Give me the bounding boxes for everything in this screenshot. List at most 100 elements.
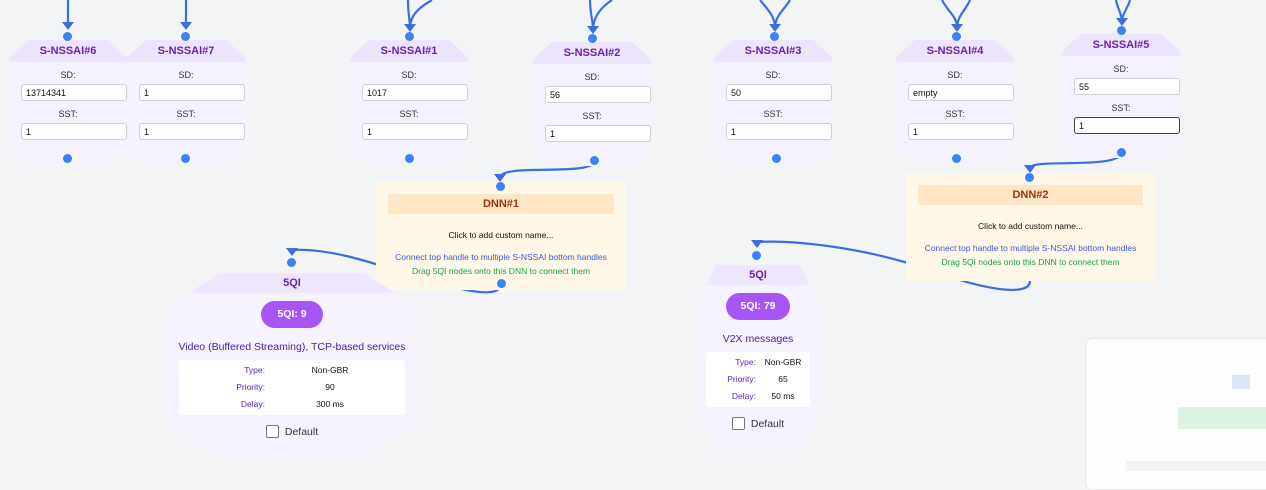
qi9-top-handle[interactable] (287, 258, 296, 267)
dnn-node-2[interactable]: DNN#2 Click to add custom name... Connec… (906, 173, 1155, 281)
sd-label: SD: (178, 70, 194, 80)
sd-input[interactable] (362, 84, 468, 101)
edge-in-nssai4-a (941, 0, 959, 29)
sd-input[interactable] (908, 84, 1014, 101)
priority-value: 90 (325, 382, 335, 392)
snssai-node-4[interactable]: S-NSSAI#4 SD: SST: (896, 40, 1014, 164)
default-checkbox[interactable] (265, 425, 279, 438)
sst-input[interactable] (139, 123, 245, 140)
node-title: S-NSSAI#5 (1062, 34, 1180, 56)
sd-input[interactable] (1074, 78, 1180, 95)
snssai7-bottom-handle[interactable] (181, 154, 190, 163)
snssai-node-7[interactable]: S-NSSAI#7 SD: SST: (127, 40, 245, 164)
dnn2-top-handle[interactable] (1025, 173, 1034, 182)
delay-value: 50 ms (771, 391, 795, 401)
edge-in-nssai4-b (955, 0, 972, 29)
node-title: S-NSSAI#1 (350, 40, 468, 62)
qi79-top-handle[interactable] (752, 251, 761, 260)
dnn-node-1[interactable]: DNN#1 Click to add custom name... Connec… (376, 182, 626, 290)
sd-label: SD: (584, 72, 600, 82)
node-title: S-NSSAI#3 (714, 40, 832, 62)
drag-hint: Drag 5QI nodes onto this DNN to connect … (411, 266, 591, 276)
arrowhead (404, 24, 416, 32)
qi-badge: 5QI: 9 (261, 301, 323, 328)
sst-input[interactable] (21, 123, 127, 140)
qi-details-table: Type: Non-GBR Priority: 90 Delay: 300 ms (179, 360, 405, 415)
arrowhead (1024, 165, 1036, 173)
qi-badge: 5QI: 79 (726, 293, 790, 320)
priority-label: Priority: (236, 382, 265, 392)
qi-details-table: Type: Non-GBR Priority: 65 Delay: 50 ms (706, 352, 810, 407)
arrowhead (62, 22, 74, 30)
custom-name-link[interactable]: Click to add custom name... (906, 221, 1155, 231)
sst-input[interactable] (908, 123, 1014, 140)
type-value: Non-GBR (311, 365, 349, 375)
sd-input[interactable] (545, 86, 651, 103)
node-title: S-NSSAI#7 (127, 40, 245, 62)
sd-input[interactable] (21, 84, 127, 101)
sst-input[interactable] (545, 125, 651, 142)
snssai6-top-handle[interactable] (63, 32, 72, 41)
sst-label: SST: (763, 109, 783, 119)
snssai6-bottom-handle[interactable] (63, 154, 72, 163)
snssai4-bottom-handle[interactable] (952, 154, 961, 163)
sst-label: SST: (945, 109, 965, 119)
default-checkbox[interactable] (731, 417, 745, 430)
sst-label: SST: (58, 109, 78, 119)
drag-hint: Drag 5QI nodes onto this DNN to connect … (941, 257, 1120, 267)
delay-label: Delay: (731, 391, 756, 401)
snssai1-top-handle[interactable] (405, 32, 414, 41)
default-label: Default (750, 417, 785, 430)
minimap[interactable] (1085, 338, 1266, 490)
sd-input[interactable] (726, 84, 832, 101)
qi-node-9[interactable]: 5QI 5QI: 9 Video (Buffered Streaming), T… (166, 272, 418, 458)
edge-in-nssai2-b (591, 0, 613, 31)
arrowhead (769, 24, 781, 32)
dnn1-bottom-handle[interactable] (497, 279, 506, 288)
sd-label: SD: (765, 70, 781, 80)
sd-label: SD: (947, 70, 963, 80)
arrowhead (951, 24, 963, 32)
connect-hint: Connect top handle to multiple S-NSSAI b… (924, 243, 1137, 253)
sd-input[interactable] (139, 84, 245, 101)
snssai-node-2[interactable]: S-NSSAI#2 SD: SST: (533, 42, 651, 166)
arrowhead (180, 22, 192, 30)
snssai5-bottom-handle[interactable] (1117, 148, 1126, 157)
dnn1-top-handle[interactable] (496, 182, 505, 191)
priority-value: 65 (778, 374, 788, 384)
sd-label: SD: (401, 70, 417, 80)
minimap-node (1126, 461, 1266, 471)
sst-input[interactable] (1074, 117, 1180, 134)
arrowhead (751, 240, 763, 248)
qi-header: 5QI (696, 265, 820, 285)
snssai1-bottom-handle[interactable] (405, 154, 414, 163)
default-checkbox-row[interactable]: Default (696, 417, 820, 430)
custom-name-link[interactable]: Click to add custom name... (376, 230, 626, 240)
snssai7-top-handle[interactable] (181, 32, 190, 41)
snssai2-bottom-handle[interactable] (590, 156, 599, 165)
snssai5-top-handle[interactable] (1117, 26, 1126, 35)
snssai4-top-handle[interactable] (952, 32, 961, 41)
snssai2-top-handle[interactable] (588, 34, 597, 43)
sst-input[interactable] (362, 123, 468, 140)
priority-label: Priority: (727, 374, 756, 384)
node-title: S-NSSAI#4 (896, 40, 1014, 62)
snssai-node-6[interactable]: S-NSSAI#6 SD: SST: (9, 40, 127, 164)
edge-in-nssai3-a (759, 0, 777, 29)
node-title: S-NSSAI#2 (533, 42, 651, 64)
snssai3-top-handle[interactable] (770, 32, 779, 41)
qi-node-79[interactable]: 5QI 5QI: 79 V2X messages Type: Non-GBR Pr… (696, 265, 820, 450)
default-checkbox-row[interactable]: Default (166, 425, 418, 438)
snssai3-bottom-handle[interactable] (772, 154, 781, 163)
delay-value: 300 ms (316, 399, 344, 409)
snssai-node-1[interactable]: S-NSSAI#1 SD: SST: (350, 40, 468, 164)
snssai-node-3[interactable]: S-NSSAI#3 SD: SST: (714, 40, 832, 164)
edge-in-nssai1-b (408, 0, 433, 29)
arrowhead (286, 248, 298, 256)
sst-input[interactable] (726, 123, 832, 140)
sst-label: SST: (1111, 103, 1131, 113)
node-title: S-NSSAI#6 (9, 40, 127, 62)
qi-description: V2X messages (722, 333, 794, 345)
snssai-node-5[interactable]: S-NSSAI#5 SD: SST: (1062, 34, 1180, 158)
type-value: Non-GBR (764, 357, 802, 367)
